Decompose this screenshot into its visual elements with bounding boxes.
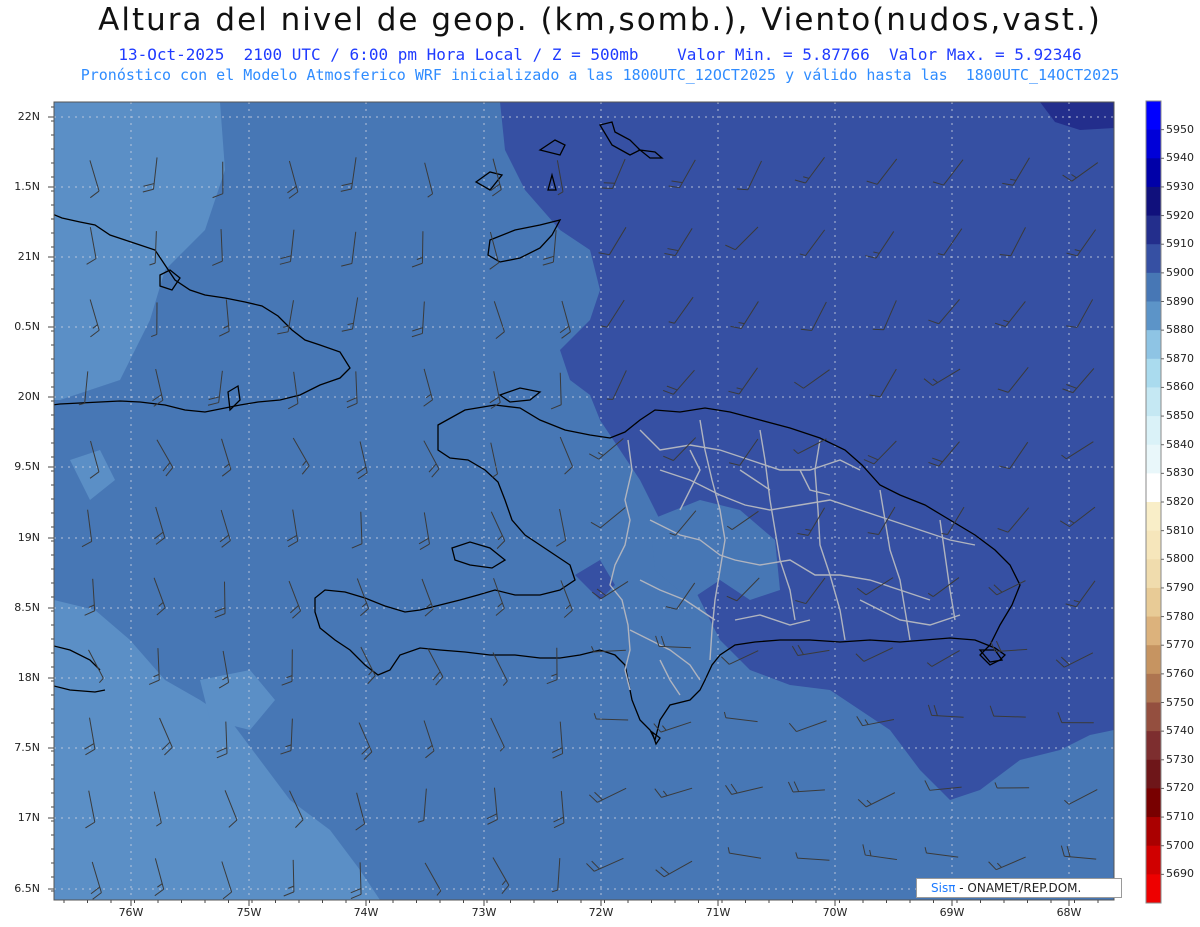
credit-org: - ONAMET/REP.DOM. [959,881,1082,895]
colorbar-label: 5820 [1166,495,1194,508]
colorbar-label: 5780 [1166,609,1194,623]
forecast-map [48,100,1164,906]
colorbar [1145,100,1164,904]
colorbar-label: 5730 [1166,752,1194,766]
colorbar-swatch [1146,530,1161,560]
colorbar-swatch [1146,129,1161,159]
colorbar-label: 5850 [1166,409,1194,423]
colorbar-swatch [1146,845,1161,875]
lat-label: 7.5N [14,741,40,754]
lat-label: 6.5N [14,882,40,895]
lon-label: 72W [588,906,614,919]
colorbar-label: 5890 [1166,294,1194,308]
lat-label: 18N [17,671,40,684]
colorbar-swatch [1146,645,1161,675]
colorbar-swatch [1146,215,1161,245]
colorbar-swatch [1146,101,1161,131]
colorbar-label: 5700 [1166,838,1194,852]
colorbar-label: 5810 [1166,523,1194,537]
colorbar-swatch [1146,186,1161,217]
colorbar-label: 5930 [1166,179,1194,193]
colorbar-swatch [1146,272,1161,302]
lat-label: 1.5N [14,180,40,193]
lon-label: 74W [353,906,379,919]
colorbar-swatch [1146,874,1161,904]
lat-label: 8.5N [14,601,40,614]
colorbar-swatch [1146,158,1161,188]
colorbar-swatch [1146,587,1161,618]
lon-label: 70W [822,906,848,919]
colorbar-swatch [1146,416,1161,446]
lat-label: 21N [17,250,40,263]
colorbar-swatch [1146,301,1161,331]
colorbar-label: 5950 [1166,122,1194,136]
colorbar-label: 5840 [1166,437,1194,451]
lon-label: 69W [939,906,965,919]
colorbar-label: 5740 [1166,724,1194,738]
colorbar-label: 5830 [1166,466,1194,480]
lon-label: 73W [471,906,497,919]
lat-label: 19N [17,531,40,544]
colorbar-label: 5720 [1166,781,1194,795]
lat-label: 20N [17,390,40,403]
colorbar-swatch [1146,330,1161,360]
lat-label: 17N [17,811,40,824]
sispi-logo: Sisπ [931,881,956,895]
colorbar-label: 5800 [1166,552,1194,566]
colorbar-label: 5880 [1166,323,1194,337]
colorbar-swatch [1146,559,1161,589]
lat-label: 22N [17,110,40,123]
colorbar-label: 5760 [1166,666,1194,680]
colorbar-swatch [1146,358,1161,388]
colorbar-swatch [1146,788,1161,818]
colorbar-label: 5920 [1166,208,1194,222]
colorbar-label: 5910 [1166,237,1194,251]
colorbar-swatch [1146,759,1161,789]
colorbar-label: 5770 [1166,638,1194,652]
colorbar-swatch [1146,387,1161,417]
lon-label: 68W [1056,906,1082,919]
colorbar-label: 5690 [1166,867,1194,881]
credit-box: Sisπ - ONAMET/REP.DOM. [916,878,1122,898]
colorbar-swatch [1146,502,1161,532]
colorbar-swatch [1146,817,1161,847]
colorbar-label: 5940 [1166,151,1194,165]
lon-label: 76W [118,906,144,919]
colorbar-swatch [1146,616,1161,646]
colorbar-label: 5790 [1166,580,1194,594]
colorbar-swatch [1146,473,1161,503]
colorbar-label: 5860 [1166,380,1194,394]
colorbar-swatch [1146,702,1161,732]
colorbar-swatch [1146,444,1161,474]
colorbar-swatch [1146,673,1161,703]
lon-label: 75W [236,906,262,919]
colorbar-swatch [1146,731,1161,761]
colorbar-swatch [1146,244,1161,274]
lat-label: 9.5N [14,460,40,473]
colorbar-label: 5710 [1166,810,1194,824]
colorbar-label: 5900 [1166,265,1194,279]
colorbar-label: 5750 [1166,695,1194,709]
lon-label: 71W [705,906,731,919]
colorbar-label: 5870 [1166,351,1194,365]
lat-label: 0.5N [14,320,40,333]
